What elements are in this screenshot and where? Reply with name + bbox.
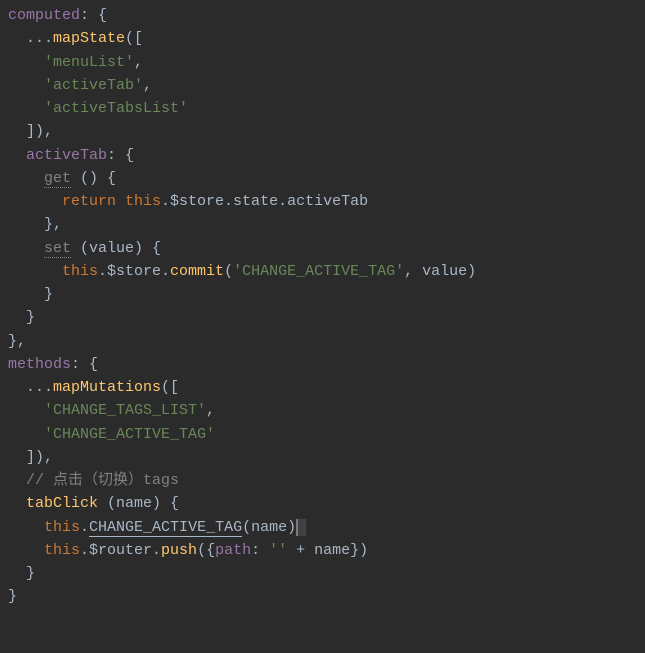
prop-activeTab: activeTab bbox=[26, 147, 107, 164]
punct: , value) bbox=[404, 263, 476, 280]
code-line: }, bbox=[8, 330, 637, 353]
caret-icon bbox=[296, 519, 298, 536]
punct: : { bbox=[107, 147, 134, 164]
punct: ]), bbox=[8, 123, 53, 140]
spread: ... bbox=[8, 379, 53, 396]
punct: } bbox=[8, 588, 17, 605]
punct: ([ bbox=[161, 379, 179, 396]
call-change-active-tag: CHANGE_ACTIVE_TAG bbox=[89, 519, 242, 537]
code-line: ...mapMutations([ bbox=[8, 376, 637, 399]
code-line: set (value) { bbox=[8, 237, 637, 260]
code-line: this.$router.push({path: '' + name}) bbox=[8, 539, 637, 562]
code-line: ]), bbox=[8, 446, 637, 469]
prop-path: path bbox=[215, 542, 251, 559]
indent bbox=[8, 495, 26, 512]
spread: ... bbox=[8, 30, 53, 47]
str-activeTab: 'activeTab' bbox=[44, 77, 143, 94]
indent bbox=[8, 77, 44, 94]
indent bbox=[8, 263, 62, 280]
code-line: } bbox=[8, 585, 637, 608]
str-change-active-tag: 'CHANGE_ACTIVE_TAG' bbox=[233, 263, 404, 280]
code-line: 'menuList', bbox=[8, 51, 637, 74]
code-editor[interactable]: computed: { ...mapState([ 'menuList', 'a… bbox=[8, 4, 637, 609]
expr: .$store. bbox=[98, 263, 170, 280]
fn-mapState: mapState bbox=[53, 30, 125, 47]
punct: + name}) bbox=[287, 542, 368, 559]
code-line: methods: { bbox=[8, 353, 637, 376]
punct: ]), bbox=[8, 449, 53, 466]
punct: , bbox=[206, 402, 215, 419]
prop-computed: computed bbox=[8, 7, 80, 24]
punct: }, bbox=[8, 216, 62, 233]
kw-this: this bbox=[125, 193, 161, 210]
indent bbox=[8, 542, 44, 559]
indent bbox=[8, 402, 44, 419]
punct: }, bbox=[8, 333, 26, 350]
punct: : { bbox=[71, 356, 98, 373]
fn-set: set bbox=[44, 240, 71, 258]
punct: ( bbox=[224, 263, 233, 280]
fn-commit: commit bbox=[170, 263, 224, 280]
kw-this: this bbox=[44, 519, 80, 536]
code-line: 'CHANGE_TAGS_LIST', bbox=[8, 399, 637, 422]
expr: .$router. bbox=[80, 542, 161, 559]
code-line: computed: { bbox=[8, 4, 637, 27]
kw-return: return bbox=[62, 193, 125, 210]
punct: ([ bbox=[125, 30, 143, 47]
punct: } bbox=[8, 565, 35, 582]
code-line: }, bbox=[8, 213, 637, 236]
str-change-active-tag: 'CHANGE_ACTIVE_TAG' bbox=[44, 426, 215, 443]
punct: : { bbox=[80, 7, 107, 24]
punct: , bbox=[143, 77, 152, 94]
str-change-tags-list: 'CHANGE_TAGS_LIST' bbox=[44, 402, 206, 419]
fn-push: push bbox=[161, 542, 197, 559]
str-menuList: 'menuList' bbox=[44, 54, 134, 71]
code-line: // 点击（切换）tags bbox=[8, 469, 637, 492]
kw-this: this bbox=[62, 263, 98, 280]
expr: .$store.state.activeTab bbox=[161, 193, 368, 210]
punct: () { bbox=[71, 170, 116, 187]
fn-tabClick: tabClick bbox=[26, 495, 98, 512]
punct: , bbox=[134, 54, 143, 71]
punct: (name) { bbox=[98, 495, 179, 512]
code-line: this.$store.commit('CHANGE_ACTIVE_TAG', … bbox=[8, 260, 637, 283]
indent bbox=[8, 240, 44, 257]
indent bbox=[8, 519, 44, 536]
fn-get: get bbox=[44, 170, 71, 188]
indent bbox=[8, 193, 62, 210]
code-line: 'CHANGE_ACTIVE_TAG' bbox=[8, 423, 637, 446]
code-line: } bbox=[8, 283, 637, 306]
punct: } bbox=[8, 286, 53, 303]
punct: } bbox=[8, 309, 35, 326]
punct: (name) bbox=[242, 519, 296, 536]
code-line: ...mapState([ bbox=[8, 27, 637, 50]
comment: // 点击（切换）tags bbox=[26, 472, 179, 489]
prop-methods: methods bbox=[8, 356, 71, 373]
punct: (value) { bbox=[71, 240, 161, 257]
code-line: get () { bbox=[8, 167, 637, 190]
punct: ({ bbox=[197, 542, 215, 559]
code-line: } bbox=[8, 306, 637, 329]
code-line: return this.$store.state.activeTab bbox=[8, 190, 637, 213]
code-line: this.CHANGE_ACTIVE_TAG(name) bbox=[8, 516, 637, 539]
str-activeTabsList: 'activeTabsList' bbox=[44, 100, 188, 117]
indent bbox=[8, 147, 26, 164]
indent bbox=[8, 100, 44, 117]
indent bbox=[8, 54, 44, 71]
code-line: tabClick (name) { bbox=[8, 492, 637, 515]
punct: : bbox=[251, 542, 269, 559]
kw-this: this bbox=[44, 542, 80, 559]
code-line: } bbox=[8, 562, 637, 585]
code-line: ]), bbox=[8, 120, 637, 143]
punct: . bbox=[80, 519, 89, 536]
indent bbox=[8, 170, 44, 187]
str-empty: '' bbox=[269, 542, 287, 559]
fn-mapMutations: mapMutations bbox=[53, 379, 161, 396]
indent bbox=[8, 472, 26, 489]
code-line: 'activeTabsList' bbox=[8, 97, 637, 120]
code-line: 'activeTab', bbox=[8, 74, 637, 97]
indent bbox=[8, 426, 44, 443]
code-line: activeTab: { bbox=[8, 144, 637, 167]
